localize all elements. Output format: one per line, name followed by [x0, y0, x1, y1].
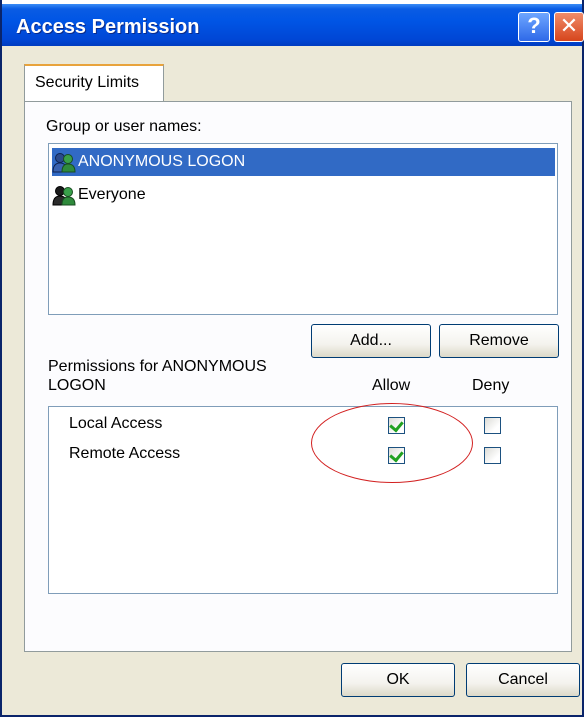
close-button[interactable]: ✕	[554, 12, 584, 42]
remote-access-deny-checkbox[interactable]	[484, 447, 501, 464]
title-bar[interactable]: Access Permission ? ✕	[2, 0, 584, 46]
tab-security-limits[interactable]: Security Limits	[24, 64, 164, 102]
permissions-for-label-line1: Permissions for ANONYMOUS	[48, 358, 267, 375]
add-button[interactable]: Add...	[311, 324, 431, 358]
permission-name-local-access: Local Access	[69, 415, 163, 432]
help-button[interactable]: ?	[518, 12, 550, 42]
annotation-ellipse	[311, 403, 473, 483]
list-item-label: Everyone	[78, 186, 146, 203]
local-access-deny-checkbox[interactable]	[484, 417, 501, 434]
group-user-listbox[interactable]: ANONYMOUS LOGON Everyone	[48, 143, 558, 315]
window-title: Access Permission	[16, 16, 200, 38]
allow-column-header: Allow	[372, 377, 411, 394]
permissions-for-label-line2: LOGON	[48, 377, 106, 394]
deny-column-header: Deny	[472, 377, 510, 394]
users-icon	[52, 184, 76, 206]
access-permission-dialog: Access Permission ? ✕ Security Limits Gr…	[0, 0, 584, 717]
group-or-user-names-label: Group or user names:	[46, 118, 202, 135]
list-item-everyone[interactable]: Everyone	[52, 181, 146, 209]
help-icon: ?	[527, 13, 541, 38]
ok-button[interactable]: OK	[341, 663, 455, 697]
list-item-label: ANONYMOUS LOGON	[78, 153, 246, 170]
list-item-anonymous-logon[interactable]: ANONYMOUS LOGON	[52, 148, 555, 176]
close-icon: ✕	[559, 13, 579, 38]
permission-name-remote-access: Remote Access	[69, 445, 181, 462]
users-icon	[52, 151, 76, 173]
cancel-button[interactable]: Cancel	[466, 663, 580, 697]
permissions-list: Local Access Remote Access	[48, 406, 558, 594]
remove-button[interactable]: Remove	[439, 324, 559, 358]
